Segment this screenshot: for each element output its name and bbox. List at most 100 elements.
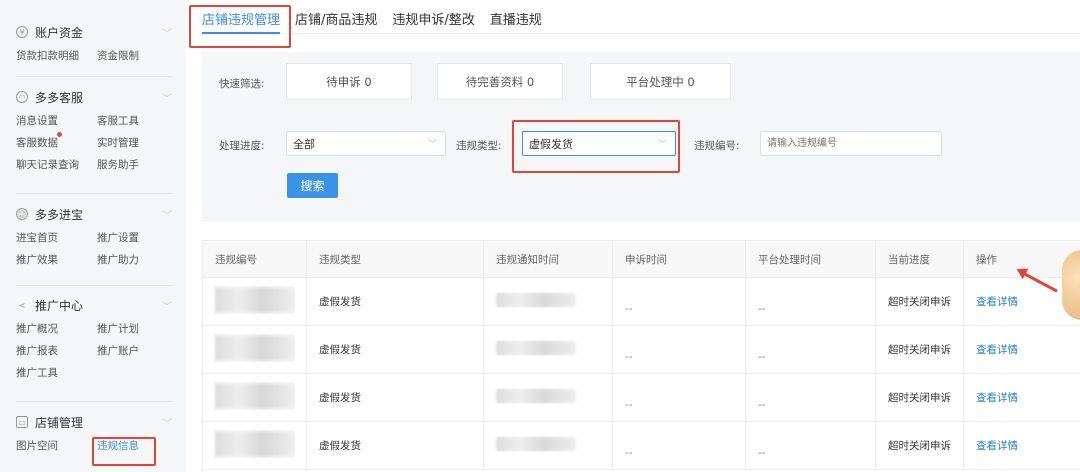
column-header: 违规编号 — [202, 240, 307, 278]
violation-id-cell — [202, 421, 307, 470]
progress-cell: 超时关闭申诉 — [875, 277, 964, 326]
treasure-icon: ☺ — [16, 208, 28, 220]
quick-filter-label: 快速筛选: — [219, 78, 265, 90]
violation-type-cell: 虚假发货 — [306, 421, 484, 470]
violation-type-cell: 虚假发货 — [306, 325, 484, 374]
sidebar-section-account-funds: ¥ 账户资金 ﹀ 货款扣款明细 资金限制 — [16, 22, 172, 63]
notice-time-cell — [483, 421, 613, 470]
share-icon: < — [18, 300, 26, 310]
violation-type-cell: 虚假发货 — [306, 373, 484, 422]
divider — [16, 401, 172, 402]
divider — [16, 193, 172, 194]
progress-cell: 超时关闭申诉 — [875, 373, 964, 422]
redacted-time — [496, 341, 576, 355]
sidebar-item[interactable]: 推广设置 — [97, 230, 167, 245]
column-header: 违规通知时间 — [483, 240, 613, 278]
chevron-down-icon: ﹀ — [427, 140, 437, 150]
table-header-row: 违规编号 违规类型 违规通知时间 申诉时间 平台处理时间 当前进度 操作 — [202, 240, 1080, 278]
section-title: 店铺管理 — [35, 415, 84, 430]
wallet-icon: ¥ — [16, 26, 28, 38]
sidebar-item[interactable]: 消息设置 — [16, 113, 97, 128]
select-value: 全部 — [293, 137, 315, 151]
tab-appeal-rectify[interactable]: 违规申诉/整改 — [392, 0, 474, 34]
sidebar-item[interactable]: 推广概况 — [16, 321, 97, 336]
sidebar-item[interactable]: 推广工具 — [16, 365, 97, 380]
chevron-down-icon: ﹀ — [162, 210, 172, 222]
sidebar-item[interactable]: 客服工具 — [97, 113, 167, 128]
quick-filter-pending-info[interactable]: 待完善资料 0 — [437, 63, 563, 100]
notification-dot — [57, 132, 62, 137]
table-row: 虚假发货 -- -- 超时关闭申诉 查看详情 — [202, 421, 1080, 470]
annotation-box-sidebar-item — [92, 437, 156, 466]
platform-time-cell: -- — [745, 421, 876, 470]
chevron-down-icon: ﹀ — [162, 301, 172, 313]
section-title: 多多客服 — [35, 90, 84, 105]
sidebar-item[interactable]: 进宝首页 — [16, 230, 97, 245]
platform-time-cell: -- — [745, 373, 876, 422]
sidebar-section-header[interactable]: ☺ 多多进宝 ﹀ — [16, 204, 172, 224]
progress-cell: 超时关闭申诉 — [875, 325, 964, 374]
view-details-link[interactable]: 查看详情 — [976, 392, 1018, 404]
redacted-time — [496, 437, 576, 451]
tab-store-product-violation[interactable]: 店铺/商品违规 — [295, 0, 377, 34]
tab-bar: 店铺违规管理 店铺/商品违规 违规申诉/整改 直播违规 — [202, 0, 1080, 34]
redacted-id — [215, 431, 295, 457]
sidebar-section-header[interactable]: < 推广中心 ﹀ — [16, 295, 172, 315]
mascot-image — [1062, 250, 1080, 320]
sidebar-item[interactable]: 推广账户 — [97, 343, 167, 358]
quick-filter-platform-processing[interactable]: 平台处理中 0 — [590, 63, 731, 100]
section-title: 账户资金 — [35, 25, 84, 40]
redacted-time — [496, 293, 576, 307]
notice-time-cell — [483, 277, 613, 326]
column-header: 平台处理时间 — [745, 240, 876, 278]
sidebar-item[interactable]: 聊天记录查询 — [16, 157, 97, 172]
chevron-down-icon: ﹀ — [162, 418, 172, 430]
redacted-time — [496, 389, 576, 403]
sidebar-item[interactable]: 资金限制 — [97, 48, 167, 63]
sidebar-section-header[interactable]: ¥ 账户资金 ﹀ — [16, 22, 172, 42]
sidebar-section-header[interactable]: ▭ 店铺管理 ﹀ — [16, 412, 172, 432]
progress-label: 处理进度: — [219, 140, 265, 152]
sidebar-item[interactable]: 货款扣款明细 — [16, 48, 97, 63]
type-label: 违规类型: — [456, 140, 502, 152]
violation-id-label: 违规编号: — [694, 140, 740, 152]
violation-id-input[interactable] — [760, 131, 942, 156]
tab-live-violation[interactable]: 直播违规 — [490, 0, 542, 34]
sidebar-item[interactable]: 推广计划 — [97, 321, 167, 336]
sidebar-item[interactable]: 推广助力 — [97, 252, 167, 267]
sidebar-item[interactable]: 图片空间 — [16, 438, 97, 453]
sidebar-item[interactable]: 客服数据 — [16, 132, 97, 150]
sidebar-item[interactable]: 服务助手 — [97, 157, 167, 172]
item-label: 客服数据 — [16, 137, 58, 149]
appeal-time-cell: -- — [612, 373, 746, 422]
quick-filter-pending-appeal[interactable]: 待申诉 0 — [286, 63, 412, 100]
sidebar-item[interactable]: 推广效果 — [16, 252, 97, 267]
violations-table: 违规编号 违规类型 违规通知时间 申诉时间 平台处理时间 当前进度 操作 虚假发… — [202, 240, 1080, 470]
platform-time-cell: -- — [745, 277, 876, 326]
violation-type-cell: 虚假发货 — [306, 277, 484, 326]
view-details-link[interactable]: 查看详情 — [976, 344, 1018, 356]
action-cell: 查看详情 — [963, 325, 1080, 374]
column-header: 当前进度 — [875, 240, 964, 278]
search-button[interactable]: 搜索 — [287, 173, 338, 198]
sidebar-item[interactable]: 推广报表 — [16, 343, 97, 358]
headset-icon: ◠ — [16, 91, 28, 103]
redacted-id — [215, 383, 295, 409]
chevron-down-icon: ﹀ — [162, 93, 172, 105]
redacted-id — [215, 287, 295, 313]
action-cell: 查看详情 — [963, 373, 1080, 422]
action-cell: 查看详情 — [963, 421, 1080, 470]
sidebar-section-header[interactable]: ◠ 多多客服 ﹀ — [16, 87, 172, 107]
chevron-down-icon: ﹀ — [162, 28, 172, 40]
platform-time-cell: -- — [745, 325, 876, 374]
annotation-box-type-select — [512, 120, 680, 173]
appeal-time-cell: -- — [612, 277, 746, 326]
divider — [16, 76, 172, 77]
violation-id-cell — [202, 277, 307, 326]
sidebar-item[interactable]: 实时管理 — [97, 135, 167, 150]
view-details-link[interactable]: 查看详情 — [976, 296, 1018, 308]
progress-select[interactable]: 全部 ﹀ — [286, 131, 446, 156]
annotation-box-tab — [189, 5, 291, 48]
view-details-link[interactable]: 查看详情 — [976, 440, 1018, 452]
section-title: 多多进宝 — [35, 207, 84, 222]
